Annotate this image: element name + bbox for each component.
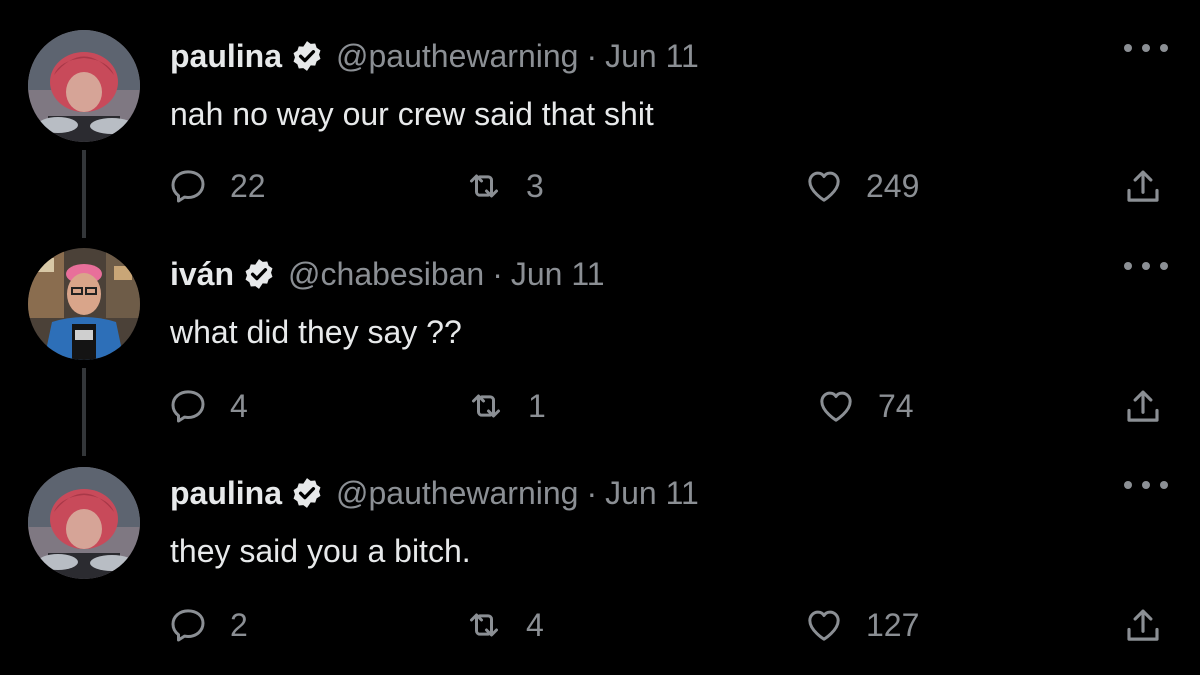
avatar[interactable] bbox=[28, 30, 140, 142]
avatar-photo bbox=[28, 248, 140, 360]
display-name[interactable]: paulina bbox=[170, 38, 282, 75]
like-count: 74 bbox=[878, 387, 914, 424]
tweet[interactable]: iván @chabesiban · Jun 11 what did they … bbox=[0, 218, 1200, 438]
retweet-icon bbox=[470, 613, 498, 637]
avatar-photo bbox=[28, 467, 140, 579]
retweet-button[interactable]: 4 bbox=[464, 605, 544, 645]
tweet-text: nah no way our crew said that shit bbox=[170, 96, 654, 132]
reply-button[interactable]: 4 bbox=[168, 386, 248, 426]
user-handle[interactable]: @pauthewarning bbox=[336, 475, 578, 512]
retweet-icon bbox=[472, 394, 500, 418]
like-button[interactable]: 127 bbox=[804, 605, 919, 645]
separator: · bbox=[492, 255, 503, 292]
reply-count: 2 bbox=[230, 606, 248, 643]
tweet-header: paulina @pauthewarning · Jun 11 bbox=[170, 36, 699, 76]
reply-count: 4 bbox=[230, 387, 248, 424]
reply-button[interactable]: 22 bbox=[168, 166, 266, 206]
display-name[interactable]: paulina bbox=[170, 475, 282, 512]
avatar-photo bbox=[28, 30, 140, 142]
like-button[interactable]: 74 bbox=[816, 386, 914, 426]
separator: · bbox=[586, 474, 598, 511]
reply-count: 22 bbox=[230, 167, 266, 204]
tweet-text: what did they say ?? bbox=[170, 314, 462, 350]
user-handle[interactable]: @chabesiban bbox=[288, 256, 484, 293]
share-icon[interactable] bbox=[1122, 166, 1164, 208]
like-button[interactable]: 249 bbox=[804, 166, 919, 206]
more-icon[interactable] bbox=[1124, 256, 1168, 276]
verified-badge-icon bbox=[293, 41, 321, 71]
tweet[interactable]: paulina @pauthewarning · Jun 11 they sai… bbox=[0, 437, 1200, 657]
reply-icon bbox=[171, 170, 205, 203]
retweet-count: 3 bbox=[526, 167, 544, 204]
retweet-count: 4 bbox=[526, 606, 544, 643]
tweet-date[interactable]: Jun 11 bbox=[605, 38, 699, 75]
like-count: 249 bbox=[866, 167, 920, 204]
more-icon[interactable] bbox=[1124, 475, 1168, 495]
retweet-button[interactable]: 1 bbox=[466, 386, 546, 426]
verified-badge-icon bbox=[293, 478, 321, 508]
avatar[interactable] bbox=[28, 248, 140, 360]
tweet-header: iván @chabesiban · Jun 11 bbox=[170, 254, 605, 294]
retweet-count: 1 bbox=[528, 387, 546, 424]
retweet-button[interactable]: 3 bbox=[464, 166, 544, 206]
tweet-date[interactable]: Jun 11 bbox=[511, 256, 605, 293]
tweet-date[interactable]: Jun 11 bbox=[605, 475, 699, 512]
separator: · bbox=[586, 37, 598, 74]
heart-icon bbox=[808, 171, 840, 202]
reply-icon bbox=[171, 390, 205, 423]
reply-icon bbox=[171, 609, 205, 642]
heart-icon bbox=[820, 391, 852, 422]
tweet-header: paulina @pauthewarning · Jun 11 bbox=[170, 473, 699, 513]
more-icon[interactable] bbox=[1124, 38, 1168, 58]
share-icon[interactable] bbox=[1122, 605, 1164, 647]
verified-badge-icon bbox=[245, 259, 273, 289]
share-icon[interactable] bbox=[1122, 386, 1164, 428]
tweet-text: they said you a bitch. bbox=[170, 533, 471, 569]
user-handle[interactable]: @pauthewarning bbox=[336, 38, 578, 75]
tweet[interactable]: paulina @pauthewarning · Jun 11 nah no w… bbox=[0, 0, 1200, 220]
display-name[interactable]: iván bbox=[170, 256, 234, 293]
avatar[interactable] bbox=[28, 467, 140, 579]
reply-button[interactable]: 2 bbox=[168, 605, 248, 645]
like-count: 127 bbox=[866, 606, 920, 643]
heart-icon bbox=[808, 610, 840, 641]
retweet-icon bbox=[470, 174, 498, 198]
